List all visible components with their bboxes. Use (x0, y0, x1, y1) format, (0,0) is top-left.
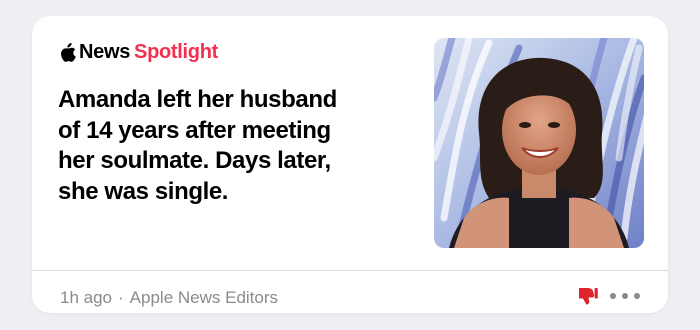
headline-line: her soulmate. Days later, (58, 147, 331, 174)
headline-line: Amanda left her husband (58, 86, 337, 113)
meta-separator: · (118, 288, 124, 307)
source-name[interactable]: Apple News Editors (130, 288, 278, 308)
news-spotlight-brand: News Spotlight (60, 39, 218, 65)
footer-divider (32, 270, 668, 271)
apple-logo-icon (61, 43, 76, 62)
headline-line: she was single. (58, 177, 229, 205)
news-card[interactable]: News Spotlight Amanda left her husband o… (32, 16, 668, 313)
brand-spotlight-text: Spotlight (134, 40, 218, 63)
headline[interactable]: Amanda left her husband of 14 years afte… (58, 85, 418, 207)
article-thumbnail[interactable] (434, 38, 644, 248)
timestamp: 1h ago (60, 288, 112, 307)
dot (610, 293, 616, 299)
dot (634, 293, 640, 299)
more-options-icon[interactable] (610, 293, 640, 301)
thumbs-down-icon[interactable] (577, 285, 599, 307)
brand-news-text: News (79, 40, 131, 63)
article-meta: 1h ago · Apple News Editors (60, 288, 278, 308)
dot (622, 293, 628, 299)
headline-line: of 14 years after meeting (58, 116, 331, 144)
